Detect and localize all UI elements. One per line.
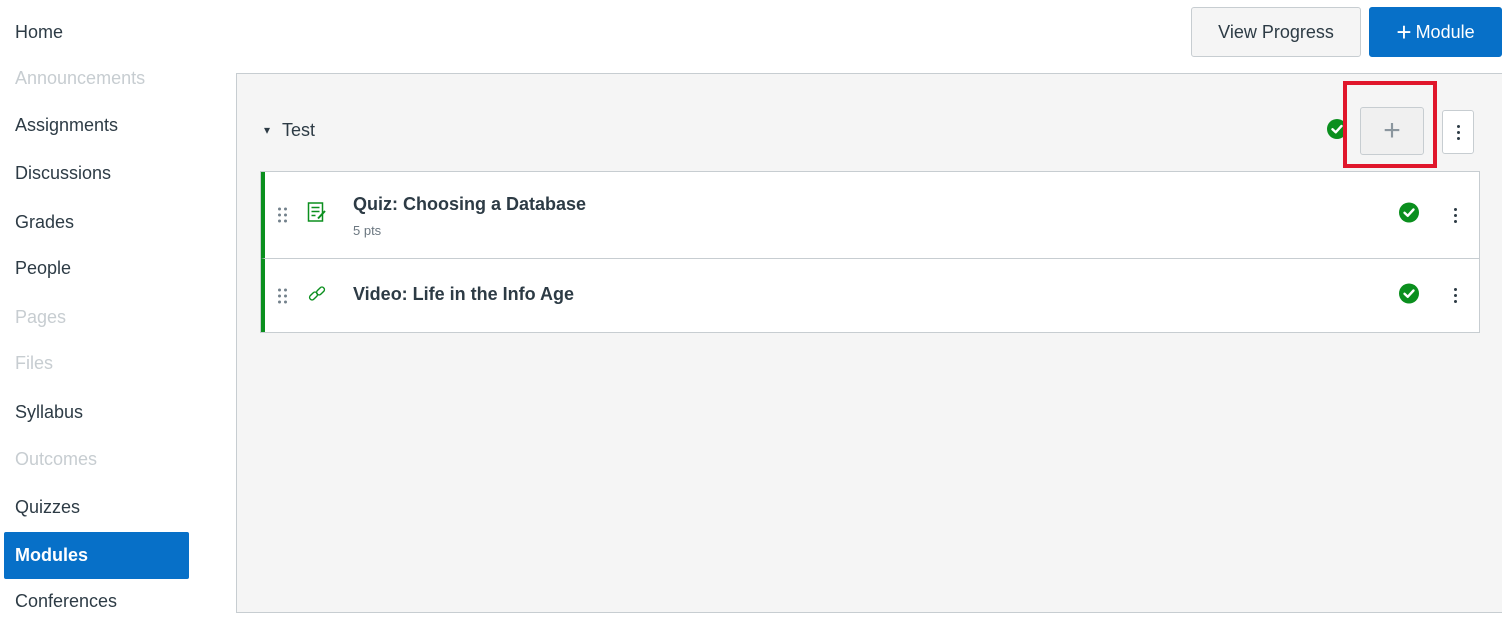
view-progress-label: View Progress xyxy=(1218,21,1334,42)
quiz-icon xyxy=(307,202,327,229)
view-progress-button[interactable]: View Progress xyxy=(1191,7,1361,57)
module-title: Test xyxy=(282,119,316,140)
nav-item-assignments[interactable]: Assignments xyxy=(4,102,189,149)
module-header[interactable]: ▾ Test xyxy=(264,112,315,148)
nav-item-pages[interactable]: Pages xyxy=(4,294,189,341)
highlight-box xyxy=(1343,81,1437,168)
add-module-label: Module xyxy=(1415,21,1475,42)
nav-item-discussions[interactable]: Discussions xyxy=(4,150,189,197)
published-check-icon[interactable] xyxy=(1399,202,1419,228)
list-item[interactable]: Quiz: Choosing a Database 5 pts xyxy=(261,172,1479,258)
list-item[interactable]: Video: Life in the Info Age xyxy=(261,258,1479,332)
add-module-button[interactable]: + Module xyxy=(1369,7,1502,57)
plus-icon: + xyxy=(1396,17,1412,47)
nav-item-modules[interactable]: Modules xyxy=(4,532,189,579)
item-title[interactable]: Video: Life in the Info Age xyxy=(353,284,574,305)
item-options-icon[interactable] xyxy=(1445,200,1465,230)
drag-handle-icon[interactable] xyxy=(278,207,287,223)
module-items-list: Quiz: Choosing a Database 5 pts Video: L… xyxy=(260,171,1480,333)
module-options-icon[interactable] xyxy=(1442,110,1474,154)
item-points: 5 pts xyxy=(353,223,382,238)
nav-item-conferences[interactable]: Conferences xyxy=(4,578,189,625)
nav-item-grades[interactable]: Grades xyxy=(4,199,189,246)
item-title[interactable]: Quiz: Choosing a Database xyxy=(353,194,586,215)
nav-item-announcements[interactable]: Announcements xyxy=(4,55,189,102)
published-check-icon[interactable] xyxy=(1399,283,1419,308)
nav-item-home[interactable]: Home xyxy=(4,9,189,56)
link-icon xyxy=(307,283,327,308)
module-panel xyxy=(236,73,1502,613)
nav-item-files[interactable]: Files xyxy=(4,340,189,387)
collapse-caret-icon[interactable]: ▾ xyxy=(264,123,270,137)
nav-item-syllabus[interactable]: Syllabus xyxy=(4,389,189,436)
nav-item-people[interactable]: People xyxy=(4,245,189,292)
drag-handle-icon[interactable] xyxy=(278,288,287,303)
nav-item-outcomes[interactable]: Outcomes xyxy=(4,436,189,483)
item-options-icon[interactable] xyxy=(1445,281,1465,311)
nav-item-quizzes[interactable]: Quizzes xyxy=(4,484,189,531)
